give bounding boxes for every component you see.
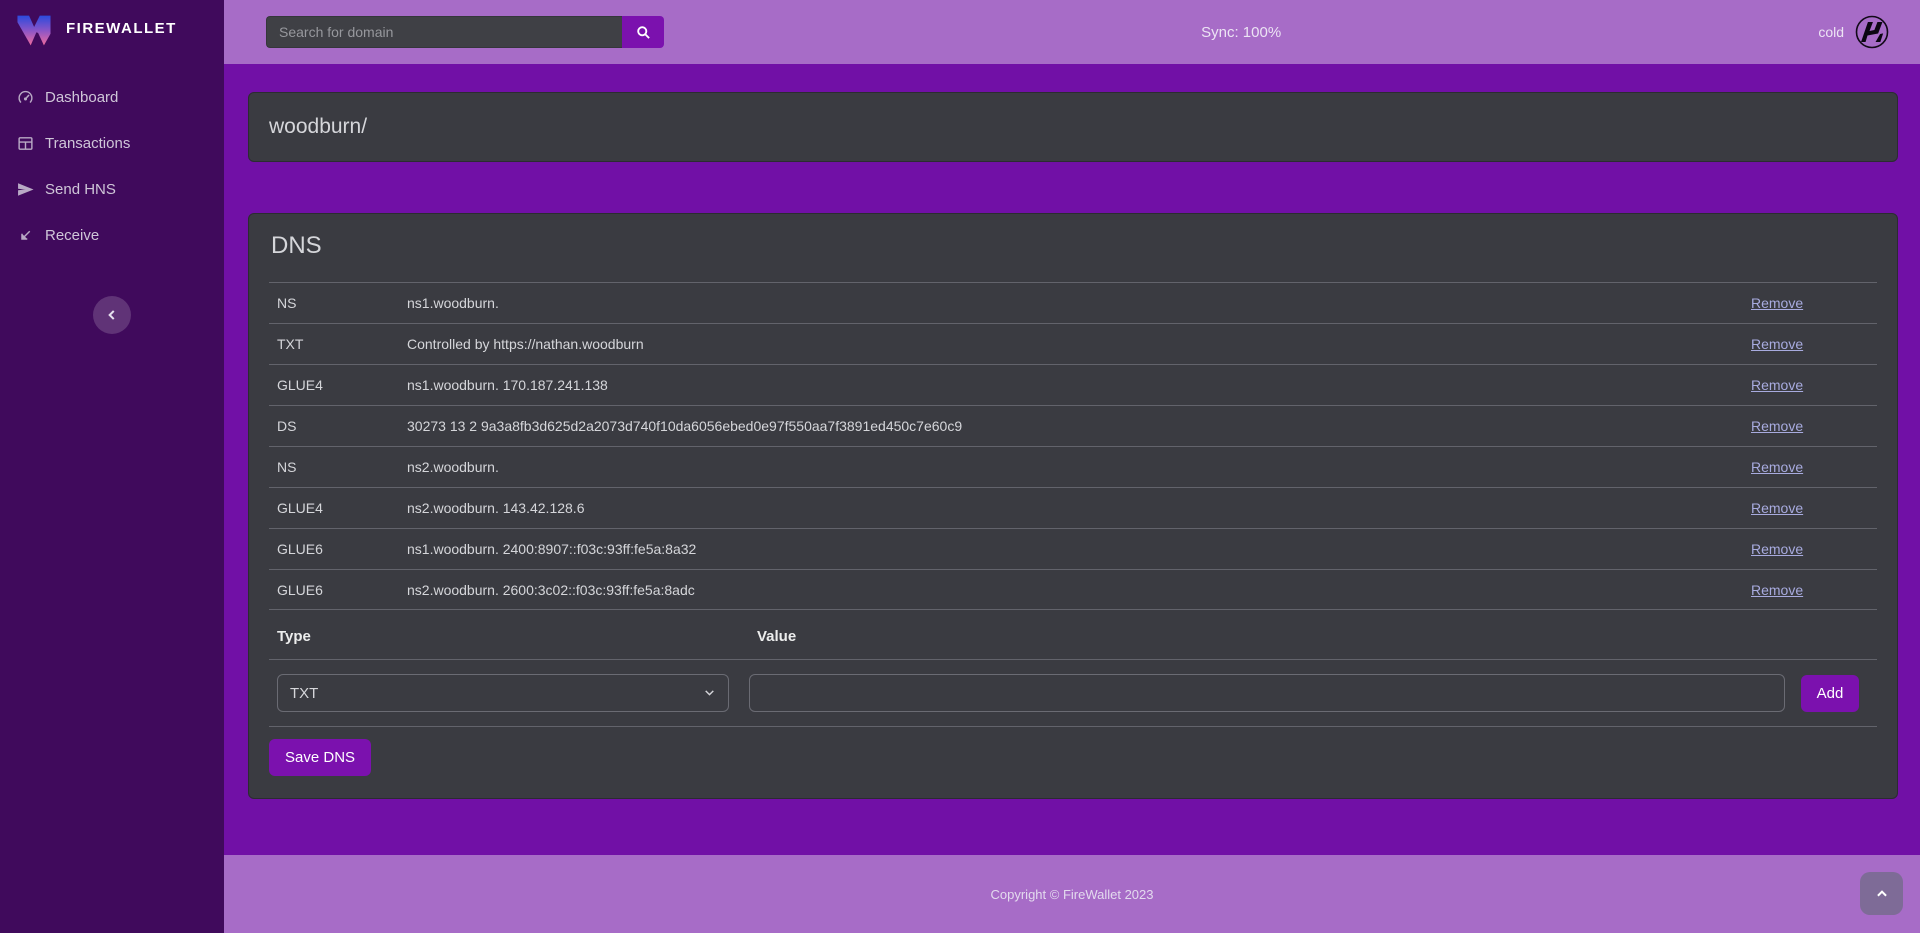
record-value: Controlled by https://nathan.woodburn	[399, 326, 1743, 362]
brand[interactable]: FIREWALLET	[0, 0, 224, 56]
add-cell: Add	[1785, 675, 1877, 712]
dns-record-row: GLUE6 ns2.woodburn. 2600:3c02::f03c:93ff…	[269, 569, 1877, 610]
remove-link[interactable]: Remove	[1751, 459, 1803, 475]
record-type-select-wrap: TXT	[277, 674, 729, 712]
dashboard-gauge-icon	[16, 88, 34, 106]
record-value: ns2.woodburn.	[399, 449, 1743, 485]
add-record-button[interactable]: Add	[1801, 675, 1859, 712]
sidebar-collapse-button[interactable]	[93, 296, 131, 334]
remove-link[interactable]: Remove	[1751, 418, 1803, 434]
record-value-input[interactable]	[749, 674, 1785, 712]
handshake-logo-icon	[1854, 14, 1890, 50]
remove-link[interactable]: Remove	[1751, 377, 1803, 393]
record-type: NS	[269, 449, 399, 485]
record-value: ns1.woodburn. 2400:8907::f03c:93ff:fe5a:…	[399, 531, 1743, 567]
sidebar-item-label: Send HNS	[45, 181, 116, 198]
firewallet-logo-icon	[14, 9, 54, 47]
sync-status: Sync: 100%	[664, 24, 1818, 41]
sidebar-item-label: Receive	[45, 227, 99, 244]
sidebar-nav: Dashboard Transactions Send HNS	[0, 56, 224, 258]
dns-add-record-row: TXT Add	[269, 660, 1877, 727]
dns-record-row: GLUE4 ns2.woodburn. 143.42.128.6 Remove	[269, 487, 1877, 528]
record-type: NS	[269, 285, 399, 321]
save-dns-button[interactable]: Save DNS	[269, 739, 371, 776]
sidebar-item-label: Transactions	[45, 135, 130, 152]
sidebar-item-send-hns[interactable]: Send HNS	[0, 166, 224, 212]
wallet-name: cold	[1818, 24, 1844, 40]
sidebar-item-receive[interactable]: Receive	[0, 212, 224, 258]
app-root: FIREWALLET Dashboard	[0, 0, 1920, 933]
main-area: woodburn/ DNS NS ns1.woodburn. Remove TX…	[224, 64, 1920, 855]
dns-record-row: TXT Controlled by https://nathan.woodbur…	[269, 323, 1877, 364]
type-column-header: Type	[269, 610, 749, 659]
dns-record-row: NS ns1.woodburn. Remove	[269, 282, 1877, 323]
dns-record-row: GLUE6 ns1.woodburn. 2400:8907::f03c:93ff…	[269, 528, 1877, 569]
remove-link[interactable]: Remove	[1751, 582, 1803, 598]
transactions-table-icon	[16, 134, 34, 152]
domain-search-bar	[266, 16, 664, 48]
dns-card: DNS NS ns1.woodburn. Remove TXT Controll…	[248, 213, 1898, 799]
sidebar: FIREWALLET Dashboard	[0, 0, 224, 933]
top-header: Sync: 100% cold	[224, 0, 1920, 64]
content-column: Sync: 100% cold woodburn/ DNS	[224, 0, 1920, 933]
remove-link[interactable]: Remove	[1751, 541, 1803, 557]
domain-title-card: woodburn/	[248, 92, 1898, 162]
chevron-left-icon	[105, 308, 119, 322]
page-title: woodburn/	[269, 115, 367, 139]
dns-records-table: NS ns1.woodburn. Remove TXT Controlled b…	[269, 282, 1877, 610]
copyright-text: Copyright © FireWallet 2023	[991, 887, 1154, 902]
brand-name: FIREWALLET	[66, 20, 177, 37]
record-type: GLUE4	[269, 490, 399, 526]
page-footer: Copyright © FireWallet 2023	[224, 855, 1920, 933]
record-type: TXT	[269, 326, 399, 362]
search-input[interactable]	[266, 16, 622, 48]
record-value: ns2.woodburn. 143.42.128.6	[399, 490, 1743, 526]
wallet-indicator[interactable]: cold	[1818, 14, 1890, 50]
search-icon	[636, 25, 651, 40]
value-column-header: Value	[749, 610, 1785, 659]
record-value: ns1.woodburn. 170.187.241.138	[399, 367, 1743, 403]
dns-record-row: DS 30273 13 2 9a3a8fb3d625d2a2073d740f10…	[269, 405, 1877, 446]
record-type: GLUE6	[269, 531, 399, 567]
receive-arrow-icon	[16, 226, 34, 244]
search-button[interactable]	[622, 16, 664, 48]
record-type-select[interactable]: TXT	[277, 674, 729, 712]
remove-link[interactable]: Remove	[1751, 500, 1803, 516]
dns-record-row: GLUE4 ns1.woodburn. 170.187.241.138 Remo…	[269, 364, 1877, 405]
record-value: ns2.woodburn. 2600:3c02::f03c:93ff:fe5a:…	[399, 572, 1743, 608]
record-type: GLUE4	[269, 367, 399, 403]
dns-form-header: Type Value	[269, 610, 1877, 660]
sidebar-item-label: Dashboard	[45, 89, 118, 106]
remove-link[interactable]: Remove	[1751, 295, 1803, 311]
record-value-cell	[749, 674, 1785, 712]
record-type: GLUE6	[269, 572, 399, 608]
remove-link[interactable]: Remove	[1751, 336, 1803, 352]
sidebar-item-transactions[interactable]: Transactions	[0, 120, 224, 166]
send-plane-icon	[16, 180, 34, 198]
chevron-up-icon	[1875, 887, 1889, 901]
record-type: DS	[269, 408, 399, 444]
scroll-to-top-button[interactable]	[1860, 872, 1903, 915]
dns-title: DNS	[271, 232, 1877, 260]
record-value: ns1.woodburn.	[399, 285, 1743, 321]
dns-record-row: NS ns2.woodburn. Remove	[269, 446, 1877, 487]
record-value: 30273 13 2 9a3a8fb3d625d2a2073d740f10da6…	[399, 408, 1743, 444]
sidebar-item-dashboard[interactable]: Dashboard	[0, 74, 224, 120]
